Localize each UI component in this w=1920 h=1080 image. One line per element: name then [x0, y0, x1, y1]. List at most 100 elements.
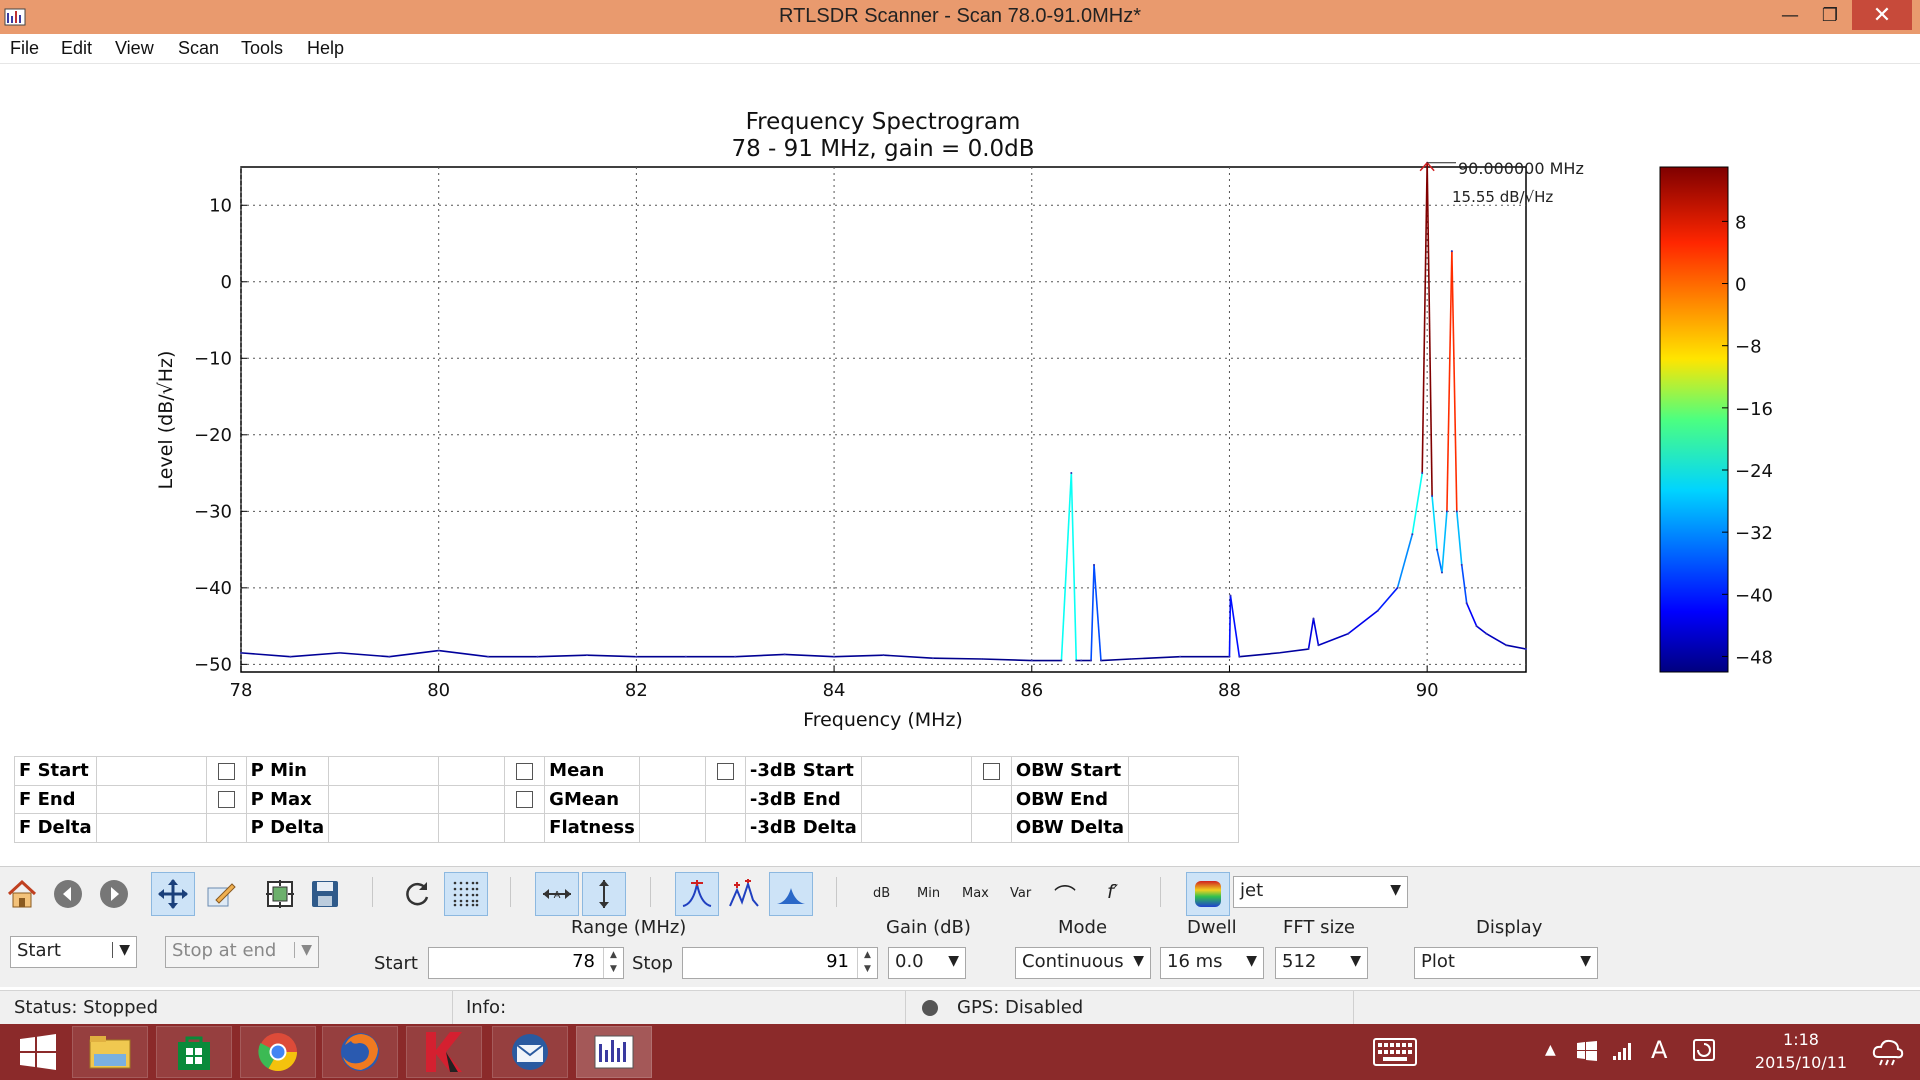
configure-subplots-button[interactable]	[258, 872, 302, 916]
stop-at-end-button[interactable]: Stop at end ▼	[165, 936, 319, 968]
x-tick-label: 80	[427, 680, 450, 701]
menu-help[interactable]: Help	[307, 38, 344, 59]
close-button[interactable]: ✕	[1852, 0, 1912, 30]
trace-point	[1396, 586, 1399, 589]
checkbox-box[interactable]	[516, 791, 534, 809]
stop-freq-input[interactable]: 91 ▲ ▼	[682, 947, 878, 979]
minimize-button[interactable]: —	[1770, 0, 1810, 30]
menu-tools[interactable]: Tools	[241, 38, 283, 59]
display-label: Display	[1476, 917, 1543, 938]
trace-point	[1129, 657, 1132, 660]
min-button[interactable]: Min	[917, 886, 940, 901]
derivative-button[interactable]: f′	[1107, 881, 1118, 903]
x-tick-label: 78	[230, 680, 253, 701]
fft-size-select[interactable]: 512 ▼	[1275, 947, 1368, 979]
fill-button[interactable]	[769, 872, 813, 916]
meas-value	[638, 813, 706, 843]
grid-toggle-button[interactable]	[444, 872, 488, 916]
pmin-checkbox[interactable]	[205, 756, 247, 786]
taskbar-kaspersky[interactable]	[406, 1026, 482, 1078]
meas-value	[860, 784, 972, 814]
trace-segment	[932, 657, 983, 660]
taskbar-firefox[interactable]	[322, 1026, 398, 1078]
start-button[interactable]: Start ▼	[10, 936, 137, 968]
home-button[interactable]	[0, 872, 44, 916]
colormap-swatch-icon	[1195, 881, 1221, 907]
taskbar-thunderbird[interactable]	[492, 1026, 568, 1078]
display-select[interactable]: Plot ▼	[1414, 947, 1598, 979]
plot-area[interactable]: Frequency Spectrogram 78 - 91 MHz, gain …	[0, 64, 1920, 754]
y-tick-label: −20	[194, 425, 232, 446]
taskbar-explorer[interactable]	[72, 1026, 148, 1078]
tray-overflow-icon[interactable]: ▲	[1545, 1042, 1556, 1058]
start-menu-button[interactable]	[0, 1026, 76, 1078]
meas-value	[328, 784, 440, 814]
checkbox-box[interactable]	[516, 762, 534, 780]
smooth-button[interactable]: ⌒	[1054, 879, 1076, 911]
y-tick-label: 10	[209, 195, 232, 216]
clock-date[interactable]: 2015/10/11	[1748, 1053, 1854, 1072]
colormap-value: jet	[1240, 880, 1264, 901]
chart-title: Frequency Spectrogram	[746, 109, 1021, 135]
trace-point	[981, 657, 984, 660]
obw-checkbox[interactable]	[970, 756, 1012, 786]
menu-file[interactable]: File	[10, 38, 39, 59]
dwell-select[interactable]: 16 ms ▼	[1160, 947, 1264, 979]
var-button[interactable]: Var	[1010, 886, 1031, 901]
checkbox-box[interactable]	[217, 791, 235, 809]
gmean-checkbox[interactable]	[504, 784, 546, 814]
trace-point	[1093, 563, 1096, 566]
ime-indicator[interactable]: A	[1651, 1036, 1667, 1064]
menu-view[interactable]: View	[115, 38, 154, 59]
spin-arrows-icon[interactable]: ▲ ▼	[603, 948, 623, 978]
meas-value	[860, 756, 972, 786]
maximize-button[interactable]: ❐	[1810, 0, 1850, 30]
notification-center-icon[interactable]	[1872, 1037, 1904, 1067]
taskbar-rtlsdr-scanner[interactable]	[576, 1026, 652, 1078]
taskbar-store[interactable]	[156, 1026, 232, 1078]
touch-keyboard-button[interactable]	[1360, 1026, 1430, 1078]
start-freq-input[interactable]: 78 ▲ ▼	[428, 947, 624, 979]
autoscale-y-button[interactable]	[582, 872, 626, 916]
peak-marker-button[interactable]	[675, 872, 719, 916]
clock-time[interactable]: 1:18	[1748, 1030, 1854, 1049]
edit-button[interactable]	[198, 872, 242, 916]
colormap-select[interactable]: jet ▼	[1233, 876, 1408, 908]
tray-windows-icon[interactable]	[1576, 1040, 1598, 1062]
peaks-marker-button[interactable]	[722, 872, 766, 916]
back-button[interactable]	[46, 872, 90, 916]
trace-point	[1450, 250, 1453, 253]
trace-point	[1475, 625, 1478, 628]
checkbox-box[interactable]	[716, 762, 734, 780]
3db-checkbox[interactable]	[704, 756, 746, 786]
refresh-button[interactable]	[395, 872, 439, 916]
autoscale-x-button[interactable]: A	[535, 872, 579, 916]
meas-label: F Delta	[14, 813, 97, 843]
pan-button[interactable]	[151, 872, 195, 916]
spectrum-chart[interactable]: Frequency Spectrogram 78 - 91 MHz, gain …	[0, 64, 1920, 754]
pmax-checkbox[interactable]	[205, 784, 247, 814]
checkbox-box[interactable]	[982, 762, 1000, 780]
chevron-down-icon: ▼	[1350, 953, 1361, 969]
meas-value	[638, 756, 706, 786]
max-button[interactable]: Max	[962, 886, 989, 901]
mode-select[interactable]: Continuous ▼	[1015, 947, 1151, 979]
ime-mode-icon[interactable]	[1692, 1038, 1716, 1062]
forward-button[interactable]	[92, 872, 136, 916]
mean-checkbox[interactable]	[504, 756, 546, 786]
menu-edit[interactable]: Edit	[61, 38, 92, 59]
meas-value	[438, 784, 506, 814]
vertical-autoscale-icon	[599, 880, 609, 908]
taskbar-chrome[interactable]	[240, 1026, 316, 1078]
trace-point	[1347, 632, 1350, 635]
checkbox-box[interactable]	[217, 762, 235, 780]
gain-select[interactable]: 0.0 ▼	[888, 947, 966, 979]
status-divider	[1353, 991, 1354, 1025]
colormap-button[interactable]	[1186, 872, 1230, 916]
meas-label: -3dB Start	[744, 756, 862, 786]
network-signal-icon[interactable]	[1612, 1038, 1634, 1062]
save-button[interactable]	[303, 872, 347, 916]
spin-arrows-icon[interactable]: ▲ ▼	[857, 948, 877, 978]
menu-scan[interactable]: Scan	[178, 38, 219, 59]
db-button[interactable]: dB	[873, 886, 890, 901]
